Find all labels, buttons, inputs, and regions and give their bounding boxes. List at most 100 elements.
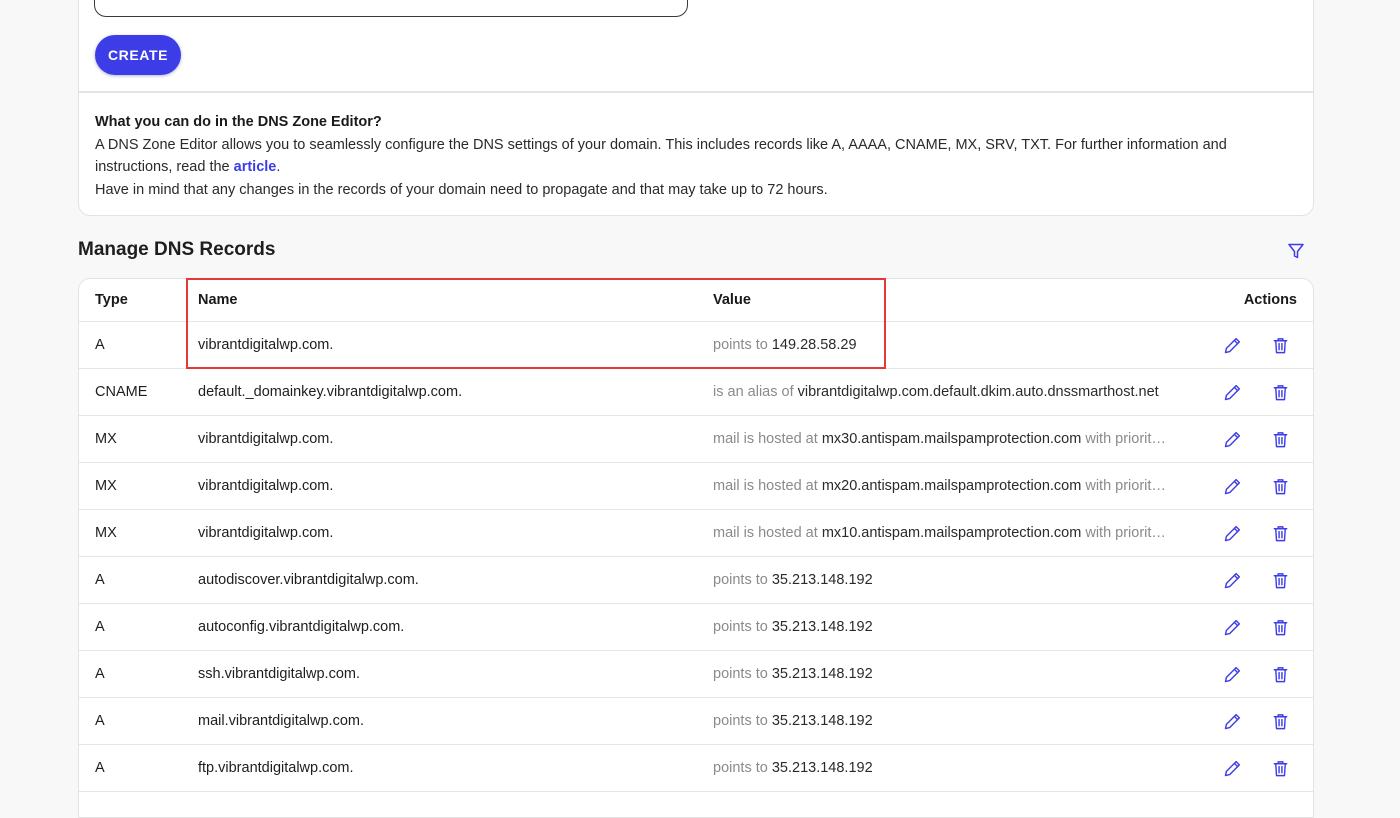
record-name: mail.vibrantdigitalwp.com. — [198, 713, 365, 729]
trash-icon[interactable] — [1271, 745, 1290, 791]
section-title: Manage DNS Records — [78, 239, 276, 260]
pencil-icon[interactable] — [1223, 745, 1242, 791]
pencil-icon[interactable] — [1223, 510, 1242, 556]
trash-icon[interactable] — [1271, 651, 1290, 697]
trash-icon[interactable] — [1271, 510, 1290, 556]
record-value-target: 35.213.148.192 — [771, 760, 873, 776]
record-value-prefix: points to — [713, 666, 768, 682]
record-value-target: vibrantdigitalwp.com.default.dkim.auto.d… — [797, 384, 1159, 400]
table-row: CNAME default._domainkey.vibrantdigitalwp… — [79, 369, 1313, 416]
record-value-prefix: points to — [713, 337, 768, 353]
table-row: Amail.vibrantdigitalwp.com. points to 35.… — [79, 698, 1313, 745]
record-value-target: 35.213.148.192 — [771, 666, 873, 682]
record-value-target: 35.213.148.192 — [771, 572, 873, 588]
table-row: Aftp.vibrantdigitalwp.com. points to 35.2… — [79, 745, 1313, 792]
record-value: points to 35.213.148.192 — [713, 745, 1193, 791]
record-value-prefix: points to — [713, 619, 768, 635]
record-value: points to 35.213.148.192 — [713, 651, 1193, 697]
record-value-prefix: mail is hosted at — [713, 431, 818, 447]
record-value: points to 35.213.148.192 — [713, 557, 1193, 603]
record-name: ftp.vibrantdigitalwp.com. — [198, 760, 354, 776]
record-value: points to 149.28.58.29 — [713, 322, 1193, 368]
record-type: MX — [95, 431, 117, 447]
record-value-target: 35.213.148.192 — [771, 619, 873, 635]
record-name: autoconfig.vibrantdigitalwp.com. — [198, 619, 405, 635]
pencil-icon[interactable] — [1223, 369, 1242, 415]
header-name: Name — [198, 292, 238, 308]
header-value: Value — [713, 292, 751, 308]
table-row: MX vibrantdigitalwp.com. mail is hosted at… — [79, 510, 1313, 557]
record-name: ssh.vibrantdigitalwp.com. — [198, 666, 360, 682]
record-type: MX — [95, 478, 117, 494]
record-name: default._domainkey.vibrantdigitalwp.com. — [198, 384, 463, 400]
record-name: vibrantdigitalwp.com. — [198, 478, 334, 494]
record-value: points to 35.213.148.192 — [713, 604, 1193, 650]
pencil-icon[interactable] — [1223, 698, 1242, 744]
record-type: MX — [95, 525, 117, 541]
record-name: autodiscover.vibrantdigitalwp.com. — [198, 572, 419, 588]
record-name: vibrantdigitalwp.com. — [198, 431, 334, 447]
record-type: A — [95, 760, 105, 776]
pencil-icon[interactable] — [1223, 416, 1242, 462]
record-value-target: mx30.antispam.mailspamprotection.com — [821, 431, 1082, 447]
pencil-icon[interactable] — [1223, 463, 1242, 509]
dns-info-box: What you can do in the DNS Zone Editor? … — [78, 92, 1314, 216]
info-text-1-end: . — [276, 159, 281, 175]
record-type: A — [95, 619, 105, 635]
record-value: points to 35.213.148.192 — [713, 698, 1193, 744]
pencil-icon[interactable] — [1223, 322, 1242, 368]
info-description: A DNS Zone Editor allows you to seamless… — [95, 134, 1297, 179]
trash-icon[interactable] — [1271, 604, 1290, 650]
record-name: vibrantdigitalwp.com. — [198, 337, 334, 353]
pencil-icon[interactable] — [1223, 557, 1242, 603]
record-value-suffix: with priorit… — [1085, 525, 1166, 541]
record-value-target: mx10.antispam.mailspamprotection.com — [821, 525, 1082, 541]
create-button[interactable]: CREATE — [95, 35, 181, 75]
record-value-target: mx20.antispam.mailspamprotection.com — [821, 478, 1082, 494]
trash-icon[interactable] — [1271, 416, 1290, 462]
record-value-prefix: is an alias of — [713, 384, 794, 400]
info-propagation-note: Have in mind that any changes in the rec… — [95, 181, 828, 198]
dns-records-table: Type Name Value Actions Avibrantdigitalw… — [78, 278, 1314, 818]
record-value: is an alias of vibrantdigitalwp.com.defa… — [713, 369, 1193, 415]
table-row: MX vibrantdigitalwp.com. mail is hosted at… — [79, 416, 1313, 463]
record-value-prefix: points to — [713, 760, 768, 776]
record-value-target: 35.213.148.192 — [771, 713, 873, 729]
record-input-field[interactable] — [94, 0, 688, 17]
record-name: vibrantdigitalwp.com. — [198, 525, 334, 541]
table-row: Aautoconfig.vibrantdigitalwp.com. points … — [79, 604, 1313, 651]
table-row: Avibrantdigitalwp.com. points to 149.28.5… — [79, 322, 1313, 369]
pencil-icon[interactable] — [1223, 651, 1242, 697]
record-value-target: 149.28.58.29 — [771, 337, 857, 353]
trash-icon[interactable] — [1271, 463, 1290, 509]
trash-icon[interactable] — [1271, 322, 1290, 368]
trash-icon[interactable] — [1271, 369, 1290, 415]
record-value-prefix: mail is hosted at — [713, 525, 818, 541]
record-value: mail is hosted at mx10.antispam.mailspam… — [713, 510, 1193, 556]
header-type: Type — [95, 292, 128, 308]
record-type: CNAME — [95, 384, 148, 400]
table-row: Aautodiscover.vibrantdigitalwp.com. point… — [79, 557, 1313, 604]
trash-icon[interactable] — [1271, 557, 1290, 603]
record-type: A — [95, 572, 105, 588]
record-value-prefix: points to — [713, 713, 768, 729]
record-value: mail is hosted at mx20.antispam.mailspam… — [713, 463, 1193, 509]
record-value: mail is hosted at mx30.antispam.mailspam… — [713, 416, 1193, 462]
trash-icon[interactable] — [1271, 698, 1290, 744]
table-row: Assh.vibrantdigitalwp.com. points to 35.2… — [79, 651, 1313, 698]
filter-icon[interactable] — [1287, 242, 1305, 260]
header-actions: Actions — [1243, 292, 1297, 308]
record-type: A — [95, 713, 105, 729]
record-type: A — [95, 337, 105, 353]
article-link[interactable]: article — [234, 159, 277, 175]
table-row: MX vibrantdigitalwp.com. mail is hosted at… — [79, 463, 1313, 510]
record-value-prefix: mail is hosted at — [713, 478, 818, 494]
record-type: A — [95, 666, 105, 682]
info-title: What you can do in the DNS Zone Editor? — [95, 114, 382, 130]
record-value-prefix: points to — [713, 572, 768, 588]
pencil-icon[interactable] — [1223, 604, 1242, 650]
table-header-row: Type Name Value Actions — [79, 279, 1313, 322]
record-value-suffix: with priorit… — [1085, 478, 1166, 494]
table-body: Avibrantdigitalwp.com. points to 149.28.5… — [79, 322, 1313, 792]
record-value-suffix: with priorit… — [1085, 431, 1166, 447]
